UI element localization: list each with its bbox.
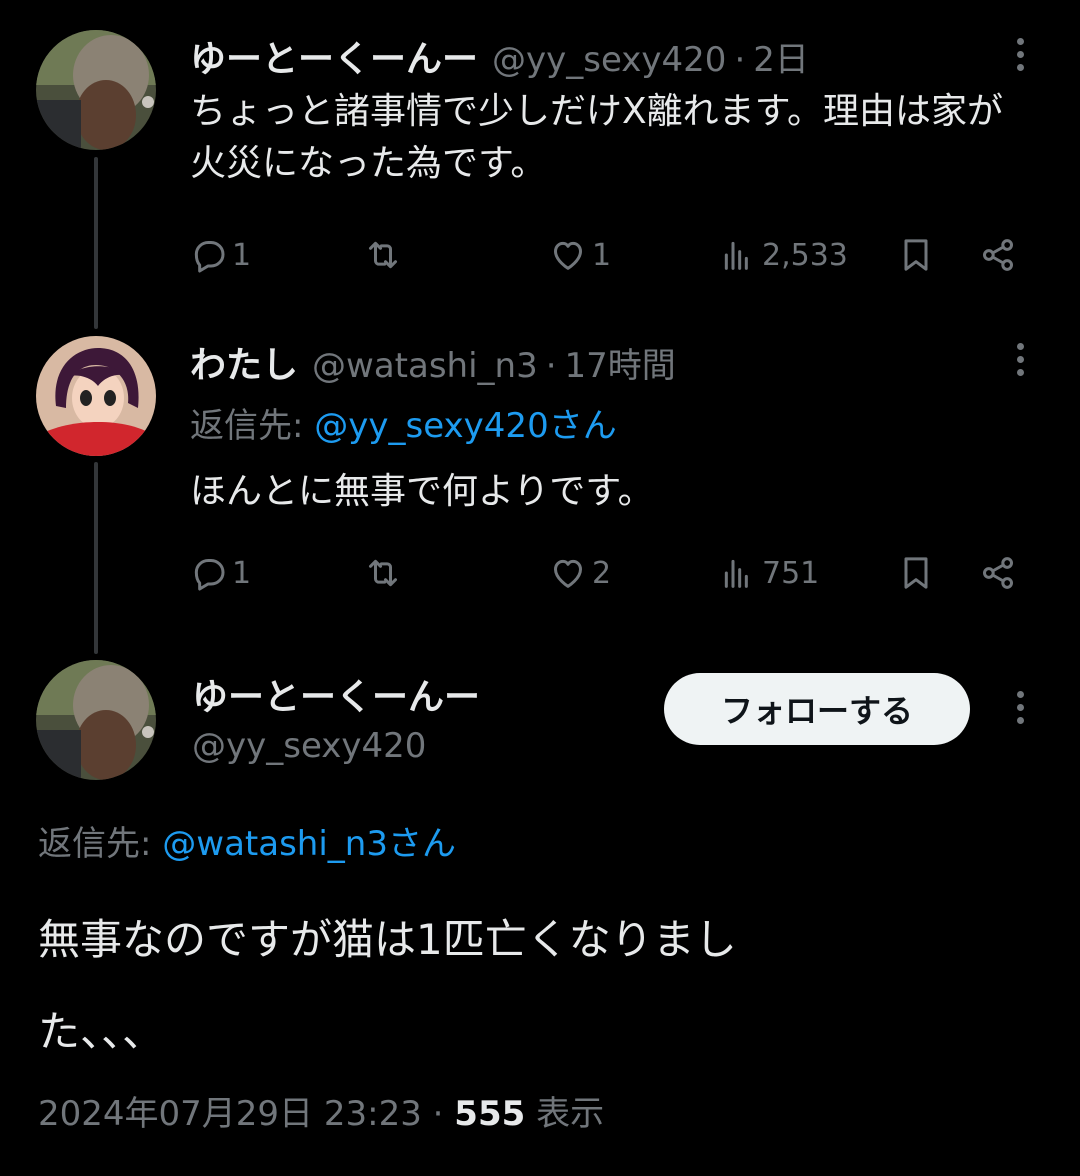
more-icon[interactable]: [1015, 38, 1025, 71]
more-icon[interactable]: [1015, 343, 1025, 376]
like-count: 2: [592, 555, 612, 591]
share-icon: [983, 557, 1013, 589]
reply-prefix: 返信先:: [38, 824, 152, 864]
views-icon: [724, 241, 748, 270]
avatar[interactable]: [36, 660, 156, 780]
view-count: 2,533: [762, 237, 848, 273]
views-icon: [724, 559, 748, 588]
follow-button[interactable]: フォローする: [664, 673, 970, 745]
display-name[interactable]: ゆーとーくーんー: [192, 668, 480, 720]
reply-button[interactable]: 1: [188, 230, 251, 280]
like-count: 1: [592, 237, 612, 273]
views-button[interactable]: 2,533: [718, 230, 848, 280]
bookmark-button[interactable]: [896, 230, 936, 280]
bookmark-icon: [904, 557, 928, 589]
avatar[interactable]: [36, 336, 156, 456]
reply-mention-link[interactable]: @watashi_n3さん: [162, 824, 456, 864]
timestamp[interactable]: 17時間: [565, 338, 676, 387]
timestamp[interactable]: 2日: [753, 32, 809, 81]
tweet-text: 無事なのですが猫は1匹亡くなりまし た、、、: [38, 894, 737, 1078]
bookmark-button[interactable]: [896, 548, 936, 598]
retweet-icon: [369, 241, 397, 269]
more-icon[interactable]: [1015, 691, 1025, 724]
action-bar: 1 1 2,533: [188, 230, 1028, 280]
share-button[interactable]: [978, 230, 1018, 280]
post-date[interactable]: 2024年07月29日 23:23: [38, 1094, 422, 1134]
handle[interactable]: @yy_sexy420: [192, 726, 426, 766]
display-name[interactable]: わたし: [190, 336, 298, 388]
tweet-text: ほんとに無事で何よりです。: [190, 471, 654, 512]
views-button[interactable]: 751: [718, 548, 819, 598]
retweet-icon: [369, 559, 397, 587]
reply-count: 1: [232, 555, 252, 591]
tweet-text-line: 無事なのですが猫は1匹亡くなりまし: [38, 915, 737, 964]
view-count: 751: [762, 555, 820, 591]
action-bar: 1 2 751: [188, 548, 1028, 598]
reply-button[interactable]: 1: [188, 548, 251, 598]
tweet-text: ちょっと諸事情で少しだけX離れます。理由は家が火災になった為です。: [190, 91, 1004, 184]
tweet-text-line: た、、、: [38, 1007, 165, 1056]
retweet-button[interactable]: [363, 548, 403, 598]
like-icon: [554, 241, 582, 270]
reply-count: 1: [232, 237, 252, 273]
separator: ·: [734, 40, 746, 80]
handle[interactable]: @yy_sexy420: [492, 40, 726, 80]
avatar[interactable]: [36, 30, 156, 150]
like-button[interactable]: 1: [548, 230, 611, 280]
share-button[interactable]: [978, 548, 1018, 598]
thread-line: [94, 157, 98, 329]
handle[interactable]: @watashi_n3: [312, 346, 538, 386]
like-button[interactable]: 2: [548, 548, 611, 598]
thread-line: [94, 462, 98, 654]
reply-icon: [194, 559, 225, 591]
reply-context: 返信先: @watashi_n3さん: [38, 816, 456, 865]
share-icon: [983, 239, 1013, 271]
bookmark-icon: [904, 239, 928, 271]
tweet-footer: 2024年07月29日 23:23 · 555 表示: [38, 1086, 604, 1135]
like-icon: [554, 559, 582, 588]
reply-mention-link[interactable]: @yy_sexy420さん: [314, 406, 616, 446]
view-total: 555: [454, 1094, 526, 1134]
reply-prefix: 返信先:: [190, 406, 304, 446]
display-name[interactable]: ゆーとーくーんー: [190, 30, 478, 82]
view-label: 表示: [536, 1094, 605, 1134]
retweet-button[interactable]: [363, 230, 403, 280]
separator: ·: [545, 346, 557, 386]
separator: ·: [432, 1094, 444, 1134]
reply-icon: [194, 241, 225, 273]
reply-context: 返信先: @yy_sexy420さん: [190, 398, 617, 447]
